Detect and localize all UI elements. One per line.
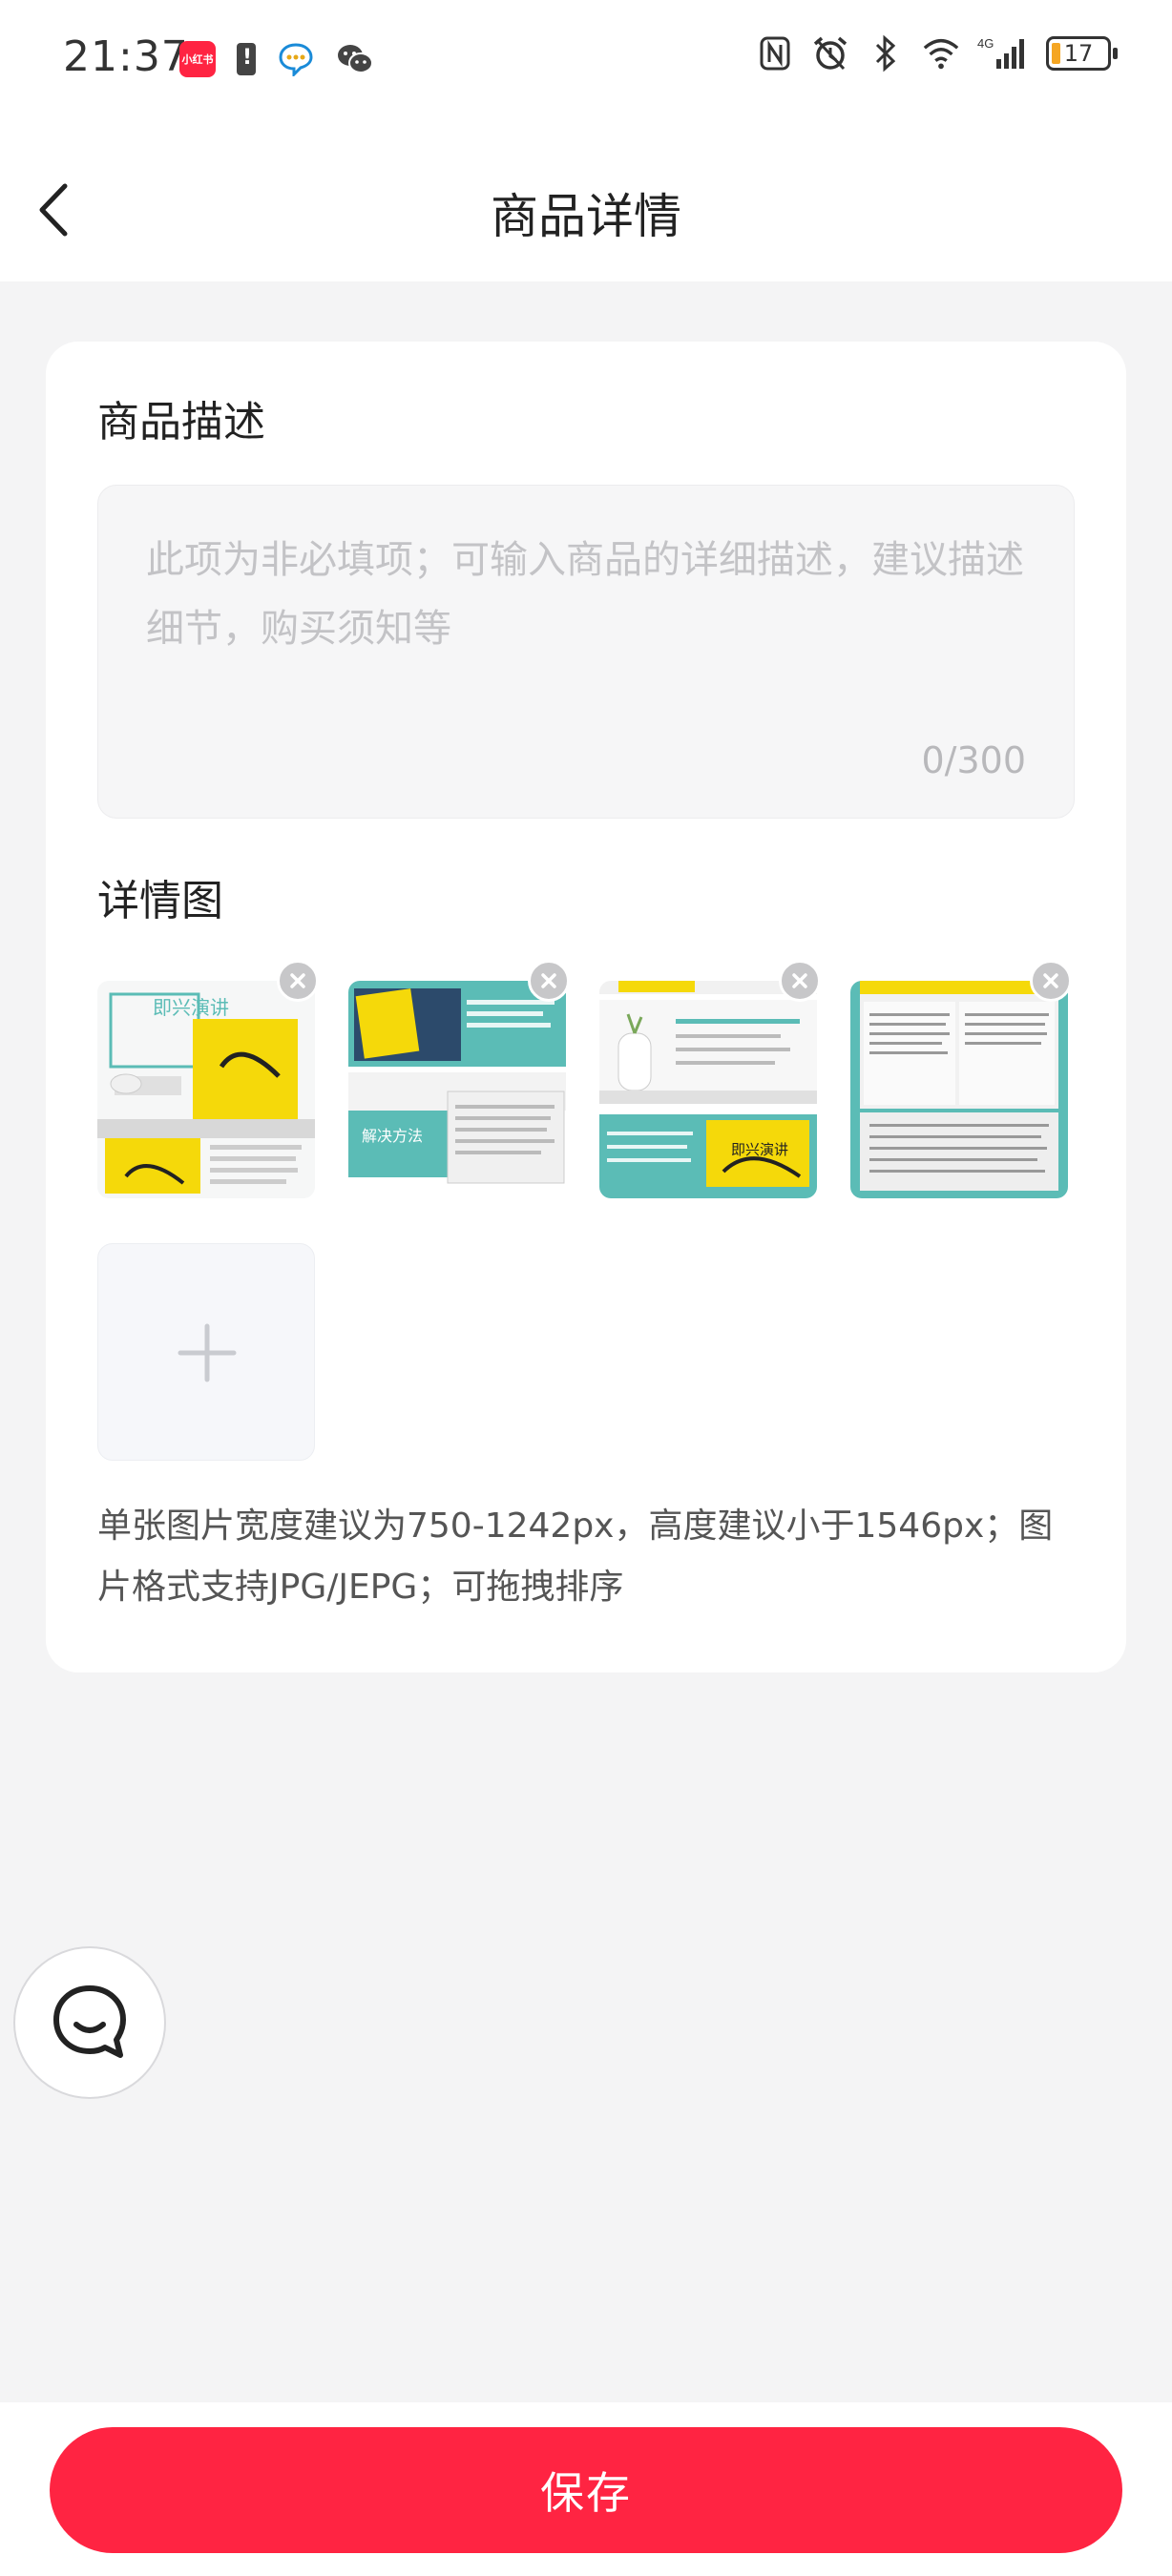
app-notification-icon: 小红书 (179, 41, 216, 77)
detail-image-4[interactable] (850, 981, 1068, 1198)
battery-level: 17 (1063, 40, 1094, 67)
detail-image-2[interactable]: 解决方法 (348, 981, 566, 1198)
remove-image-3-button[interactable] (779, 960, 821, 1002)
wechat-icon (336, 40, 374, 78)
detail-image-3[interactable]: 即兴演讲 (599, 981, 817, 1198)
nav-bar: 商品详情 (0, 119, 1172, 281)
status-time: 21:37 (63, 32, 189, 81)
image-upload-hint: 单张图片宽度建议为750-1242px，高度建议小于1546px；图片格式支持J… (97, 1506, 1054, 1607)
battery-alert-icon (237, 43, 256, 75)
signal-icon: 4G (977, 34, 1029, 73)
page-title: 商品详情 (491, 189, 681, 244)
product-detail-card: 商品描述 0/300 详情图 即兴演讲 (46, 342, 1126, 1672)
detail-image-2-caption: 解决方法 (362, 1127, 423, 1145)
description-char-counter: 0/300 (921, 739, 1026, 781)
customer-service-button[interactable] (13, 1946, 166, 2099)
nfc-icon (756, 34, 794, 73)
remove-image-2-button[interactable] (528, 960, 570, 1002)
close-icon (1043, 973, 1058, 988)
remove-image-1-button[interactable] (277, 960, 319, 1002)
close-icon (541, 973, 556, 988)
bottom-action-bar: 保存 (0, 2402, 1172, 2576)
detail-image-3-caption: 即兴演讲 (731, 1141, 788, 1158)
status-bar: 21:37 小红书 4G 17 (0, 0, 1172, 119)
remove-image-4-button[interactable] (1030, 960, 1072, 1002)
detail-image-1-caption: 即兴演讲 (153, 996, 229, 1019)
add-image-button[interactable] (97, 1243, 315, 1461)
description-title: 商品描述 (97, 398, 265, 447)
close-icon (290, 973, 305, 988)
detail-image-1[interactable]: 即兴演讲 (97, 981, 315, 1198)
save-button[interactable]: 保存 (50, 2427, 1122, 2553)
svg-text:4G: 4G (977, 36, 994, 51)
close-icon (792, 973, 807, 988)
plus-icon (178, 1323, 237, 1382)
chat-icon (53, 1985, 126, 2058)
bluetooth-icon (867, 34, 905, 73)
detail-images-title: 详情图 (97, 877, 223, 925)
status-system-icons: 4G 17 (756, 34, 1118, 73)
alarm-icon (811, 34, 849, 73)
battery-icon: 17 (1046, 36, 1118, 71)
status-notification-icons: 小红书 (179, 40, 374, 78)
wifi-icon (922, 34, 960, 73)
chat-bubble-icon (277, 40, 315, 78)
description-field-box: 0/300 (97, 485, 1075, 819)
description-input[interactable] (146, 526, 1034, 717)
